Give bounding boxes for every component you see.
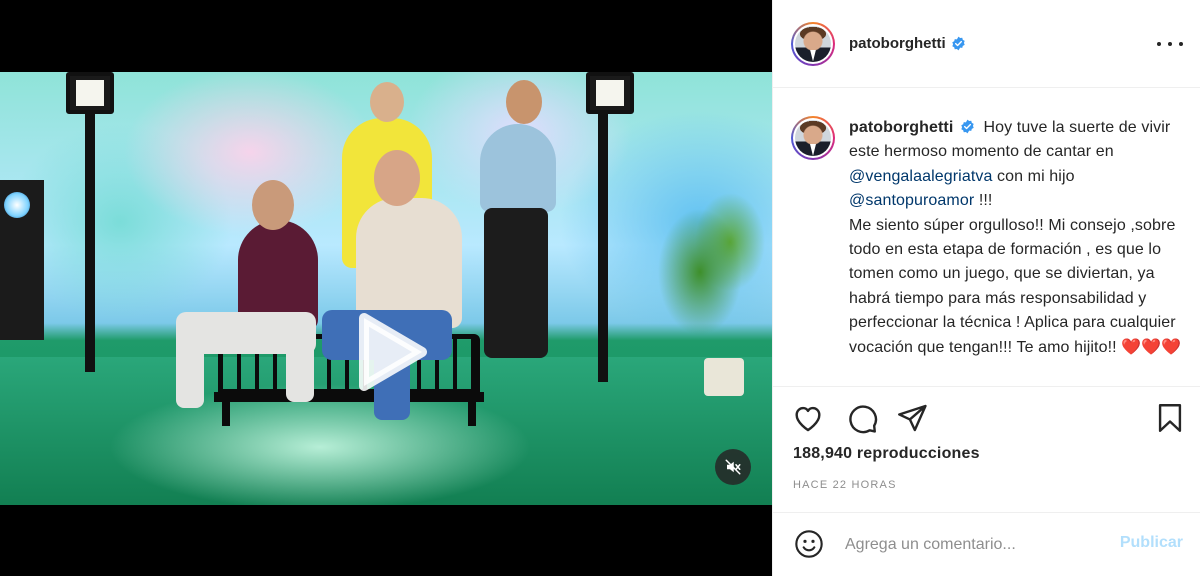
mention-link-vengalaalegriatva[interactable]: @vengalaalegriatva [849,168,992,185]
caption-text: patoborghetti Hoy tuve la suerte de vivi… [849,116,1189,360]
stage-spotlight [0,180,44,340]
dancer-head [370,82,404,122]
speaker-muted-icon [725,459,741,475]
caption-avatar[interactable] [791,116,835,160]
comment-button[interactable] [845,401,879,435]
more-options-button[interactable] [1157,34,1183,54]
plant-pot [704,358,744,396]
media-viewer [0,0,772,576]
bookmark-icon [1158,404,1182,432]
hearts-emoji: ❤️❤️❤️ [1121,338,1182,356]
play-icon [359,313,427,391]
lamp-post-right [598,112,608,382]
post-timestamp[interactable]: HACE 22 HORAS [793,479,897,491]
share-button[interactable] [895,401,929,435]
heart-icon [795,406,821,432]
post-details-panel: patoborghetti patoborghetti Hoy tuve la … [772,0,1200,576]
post-comment-button[interactable]: Publicar [1120,534,1183,552]
singer-father-beige-jacket [356,198,462,328]
caption-line-2: con mi hijo [997,167,1075,185]
singer-son-legs-lower-2 [286,342,314,402]
verified-badge-icon [951,36,965,51]
like-button[interactable] [791,401,825,435]
smiley-icon [795,530,823,558]
header-username[interactable]: patoborghetti [849,35,946,52]
caption-line-3: !!! [978,192,993,210]
avatar[interactable] [791,21,835,66]
comment-bar: Publicar [773,512,1200,576]
lamp-post-left [85,112,95,372]
view-count[interactable]: 188,940 reproducciones [793,445,980,463]
singer-son-legs-lower [176,332,204,408]
caption-username[interactable]: patoborghetti [849,119,953,136]
comment-icon [849,405,878,434]
lamp-left [66,72,114,114]
play-button[interactable] [346,310,430,394]
video-player[interactable] [0,72,772,505]
paper-plane-icon [898,404,927,432]
mention-link-santopuroamor[interactable]: @santopuroamor [849,192,974,209]
save-button[interactable] [1153,401,1187,435]
comment-input[interactable] [845,531,1095,559]
dancer-denim-jacket [480,124,556,212]
post-header: patoborghetti [773,0,1200,88]
singer-father-head [374,150,420,206]
dancer-head-2 [506,80,542,124]
lamp-right [586,72,634,114]
singer-son-head [252,180,294,230]
dancer-black-pants [484,208,548,358]
verified-badge-icon [961,119,974,134]
emoji-button[interactable] [793,528,825,560]
more-horizontal-icon [1157,42,1161,46]
post-caption: patoborghetti Hoy tuve la suerte de vivi… [791,116,1191,360]
caption-line-4: Me siento súper orgulloso!! Mi consejo ,… [849,216,1176,356]
mute-button[interactable] [715,449,751,485]
action-bar [773,386,1200,448]
